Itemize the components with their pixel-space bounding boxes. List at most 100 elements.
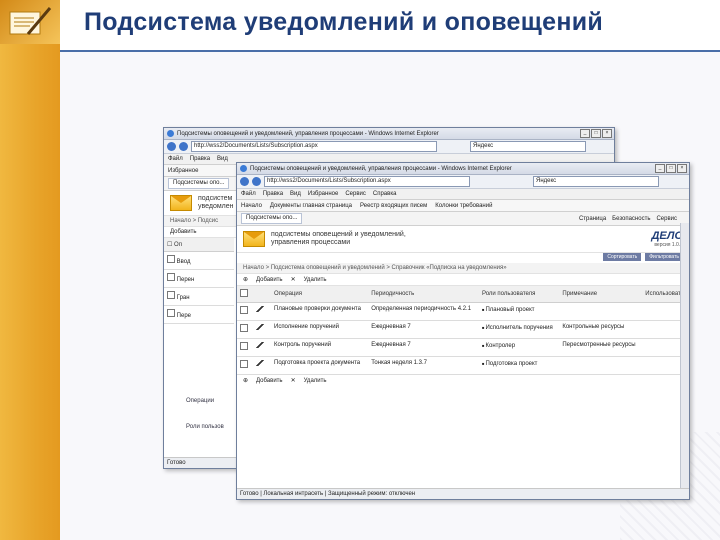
back-window-title: Подсистемы оповещений и уведомлений, упр…	[177, 130, 439, 137]
col-period[interactable]: Периодичность	[368, 286, 479, 303]
menu-tools[interactable]: Сервис	[345, 191, 366, 197]
front-url-field[interactable]: http://wss2/Documents/Lists/Subscription…	[264, 176, 470, 187]
row-checkbox[interactable]	[240, 360, 248, 368]
front-links-bar: Начало Документы главная страница Реестр…	[237, 200, 689, 212]
menu-favorites[interactable]: Избранное	[308, 191, 338, 197]
col-roles[interactable]: Роли пользователя	[478, 286, 560, 303]
menu-help[interactable]: Справка	[373, 191, 397, 197]
side-link-operations[interactable]: Операции	[186, 398, 214, 404]
row-checkbox[interactable]	[167, 255, 175, 263]
select-all-checkbox[interactable]	[240, 289, 248, 297]
favorites-link[interactable]: Избранное	[168, 168, 198, 174]
front-browser-window: Подсистемы оповещений и уведомлений, упр…	[236, 162, 690, 500]
menu-edit[interactable]: Правка	[190, 156, 210, 162]
edit-icon[interactable]	[256, 342, 264, 348]
table-row[interactable]: Гран	[164, 287, 234, 306]
link-documents[interactable]: Документы главная страница	[270, 203, 352, 209]
forward-nav-icon[interactable]	[179, 142, 188, 151]
back-col-header: ☐ Оп	[164, 238, 234, 252]
menu-edit[interactable]: Правка	[263, 191, 283, 197]
col-note[interactable]: Примечание	[559, 286, 643, 303]
cell-operation[interactable]: Исполнение поручений	[271, 320, 369, 339]
front-vertical-scrollbar[interactable]	[680, 223, 689, 489]
front-breadcrumb[interactable]: Начало > Подсистема оповещений и уведомл…	[237, 263, 689, 274]
table-row[interactable]: Перен	[164, 269, 234, 288]
delo-logo-version: версия 1.0.0	[654, 242, 683, 248]
minimize-button[interactable]: _	[655, 164, 665, 173]
front-toolbar: ⊕ Добавить ✕ Удалить	[237, 274, 689, 286]
close-button[interactable]: ×	[602, 129, 612, 138]
front-sort-bar: Сортировать Фильтровать	[237, 253, 689, 263]
front-tab[interactable]: Подсистемы опо...	[241, 213, 303, 224]
front-address-bar: http://wss2/Documents/Lists/Subscription…	[237, 175, 689, 189]
row-checkbox[interactable]	[240, 342, 248, 350]
col-operation[interactable]: Операция	[271, 286, 369, 303]
link-home[interactable]: Начало	[241, 203, 262, 209]
maximize-button[interactable]: □	[591, 129, 601, 138]
maximize-button[interactable]: □	[666, 164, 676, 173]
back-url-field[interactable]: http://wss2/Documents/Lists/Subscription…	[191, 141, 437, 152]
forward-nav-icon[interactable]	[252, 177, 261, 186]
row-checkbox[interactable]	[240, 306, 248, 314]
delo-logo: ДЕЛО версия 1.0.0	[651, 230, 683, 248]
row-checkbox[interactable]	[167, 273, 175, 281]
table-row[interactable]: Пере	[164, 305, 234, 324]
front-add-button[interactable]: Добавить	[256, 277, 283, 283]
back-add-button[interactable]: Добавить	[170, 229, 197, 235]
edit-icon[interactable]	[256, 324, 264, 330]
table-row[interactable]: Контроль поручений Ежедневная 7 Контроле…	[237, 338, 689, 357]
front-delete-button-bottom[interactable]: Удалить	[304, 378, 327, 384]
slide-logo	[0, 0, 60, 44]
row-checkbox[interactable]	[167, 309, 175, 317]
front-add-button-bottom[interactable]: Добавить	[256, 378, 283, 384]
filter-button[interactable]: Фильтровать	[645, 253, 683, 261]
delete-icon: ✕	[290, 378, 296, 384]
cell-roles: Исполнитель поручения	[478, 320, 560, 339]
back-table: ☐ Оп Ввод Перен Гран Пере	[164, 238, 234, 324]
cell-operation[interactable]: Подготовка проекта документа	[271, 356, 369, 375]
menu-file[interactable]: Файл	[168, 156, 183, 162]
cell-period: Тонкая неделя 1.3.7	[368, 356, 479, 375]
table-row[interactable]: Плановые проверки документа Определенная…	[237, 302, 689, 321]
col-edit	[253, 286, 271, 303]
front-search-field[interactable]: Яндекс	[533, 176, 659, 187]
back-tab[interactable]: Подсистемы опо...	[168, 178, 230, 189]
tab-tool-service[interactable]: Сервис	[656, 216, 689, 222]
cell-operation[interactable]: Контроль поручений	[271, 338, 369, 357]
cell-period: Определенная периодичность 4.2.1	[368, 302, 479, 321]
table-row[interactable]: Исполнение поручений Ежедневная 7 Исполн…	[237, 320, 689, 339]
edit-icon[interactable]	[256, 306, 264, 312]
cell-operation[interactable]: Плановые проверки документа	[271, 302, 369, 321]
tab-tool-security[interactable]: Безопасность	[612, 216, 650, 222]
tab-tool-page[interactable]: Страница	[579, 216, 606, 222]
link-incoming-registry[interactable]: Реестр входящих писем	[360, 203, 427, 209]
edit-icon[interactable]	[256, 360, 264, 366]
back-nav-icon[interactable]	[240, 177, 249, 186]
cell-note	[559, 302, 643, 321]
close-button[interactable]: ×	[677, 164, 687, 173]
front-delete-button[interactable]: Удалить	[304, 277, 327, 283]
front-header-title: подсистемы оповещений и уведомлений, упр…	[271, 231, 406, 246]
table-row[interactable]: Ввод	[164, 251, 234, 270]
add-icon: ⊕	[243, 378, 249, 384]
sort-button[interactable]: Сортировать	[603, 253, 642, 261]
menu-view[interactable]: Вид	[217, 156, 228, 162]
row-checkbox[interactable]	[167, 291, 175, 299]
back-nav-icon[interactable]	[167, 142, 176, 151]
side-link-roles[interactable]: Роли пользов	[186, 424, 224, 430]
front-window-title: Подсистемы оповещений и уведомлений, упр…	[250, 165, 512, 172]
cell-roles: Контролер	[478, 338, 560, 357]
menu-view[interactable]: Вид	[290, 191, 301, 197]
menu-file[interactable]: Файл	[241, 191, 256, 197]
front-menubar: Файл Правка Вид Избранное Сервис Справка	[237, 189, 689, 200]
row-checkbox[interactable]	[240, 324, 248, 332]
back-search-field[interactable]: Яндекс	[470, 141, 586, 152]
subscriptions-table: Операция Периодичность Роли пользователя…	[237, 286, 689, 375]
table-row[interactable]: Подготовка проекта документа Тонкая неде…	[237, 356, 689, 375]
minimize-button[interactable]: _	[580, 129, 590, 138]
link-requirements[interactable]: Колонки требований	[435, 203, 492, 209]
cell-note: Пересмотренные ресурсы	[559, 338, 643, 357]
front-tabs-bar: Подсистемы опо... Страница Безопасность …	[237, 212, 689, 226]
cell-note: Контрольные ресурсы	[559, 320, 643, 339]
ie-icon	[240, 165, 247, 172]
